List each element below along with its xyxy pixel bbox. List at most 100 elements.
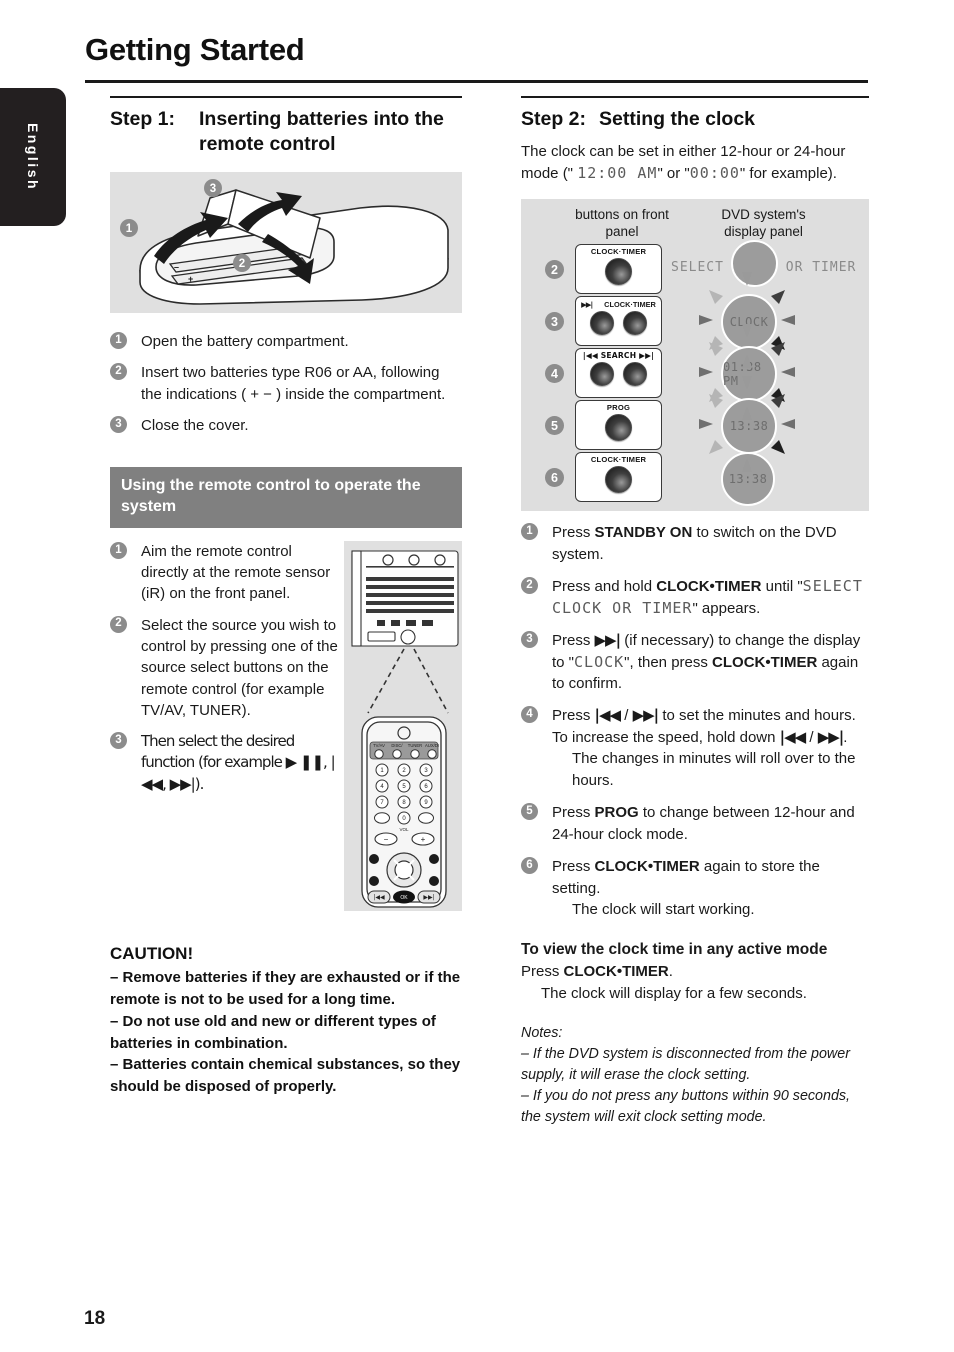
step-text: Press |◀◀ / ▶▶| to set the minutes and h… [552,706,856,789]
button-label: CLOCK·TIMER [590,247,647,257]
clock-setting-steps: 1 Press STANDBY ON to switch on the DVD … [521,522,869,920]
list-item-text: Open the battery compartment. [141,332,349,350]
search-forward-knob[interactable] [623,362,647,387]
list-number-badge: 2 [110,363,127,381]
step2-heading: Step 2: Setting the clock [521,107,869,133]
list-item-text: Aim the remote control directly at the r… [141,542,331,603]
step-text: Press CLOCK•TIMER again to store the set… [552,858,820,918]
display-text-final: 13:38 [728,472,768,487]
left-column: Step 1: Inserting batteries into the rem… [110,96,462,1098]
list-number-badge: 1 [110,541,127,559]
remote-usage-text: 1 Aim the remote control directly at the… [110,541,338,916]
clock-timer-knob[interactable] [605,466,632,494]
skip-forward-label: ▶▶| [581,300,593,310]
diagram-step-number-4: 4 [545,364,564,384]
svg-text:2: 2 [239,258,245,270]
svg-text:−: − [384,835,389,844]
diagram-step-number-6: 6 [545,468,564,488]
list-number-badge: 3 [110,732,127,750]
diagram-caption-left: buttons on front panel [575,207,669,240]
list-item: 2 Select the source you wish to control … [110,615,338,721]
diagram-step-number-2: 2 [545,260,564,280]
button-row [605,258,632,286]
prog-knob[interactable] [605,414,632,442]
svg-text:OK: OK [400,895,408,901]
prog-label: PROG [606,403,631,413]
front-panel-button-group-4[interactable]: |◀◀ SEARCH ▶▶| [575,348,662,399]
notes-block: Notes: – If the DVD system is disconnect… [521,1023,869,1127]
list-item: 3 Close the cover. [110,415,462,436]
skip-forward-knob[interactable] [590,311,614,336]
step2-label: Step 2: [521,107,587,130]
intro-part-3: " for example). [739,164,837,182]
clock-timer-knob[interactable] [605,258,632,286]
svg-text:–: – [174,262,179,272]
step1-title: Inserting batteries into the remote cont… [199,107,444,156]
list-item: 3 Press ▶▶| (if necessary) to change the… [521,630,869,694]
list-item: 4 Press |◀◀ / ▶▶| to set the minutes and… [521,705,869,791]
list-item: 2 Insert two batteries type R06 or AA, f… [110,362,462,405]
intro-part-2: " or " [657,164,690,182]
list-number-badge: 3 [521,631,538,649]
list-number-badge: 1 [521,523,538,541]
clock-timer-knob[interactable] [623,311,647,336]
svg-text:AUX/DI: AUX/DI [425,743,439,748]
front-panel-button-group-2[interactable]: CLOCK·TIMER [575,244,662,295]
list-item-text: Insert two batteries type R06 or AA, fol… [141,364,446,403]
svg-text:▶▶|: ▶▶| [423,894,434,901]
step-text: Press and hold CLOCK•TIMER until "SELECT… [552,577,863,617]
remote-battery-drawing: –+ +– 1 2 3 [120,178,449,305]
caution-line: – Do not use old and new or different ty… [110,1012,436,1052]
battery-compartment-illustration: –+ +– 1 2 3 [110,171,462,313]
step1-heading: Step 1: Inserting batteries into the rem… [110,107,462,158]
button-row [605,414,632,442]
page-number: 18 [84,1308,106,1329]
button-row [605,466,632,494]
lcd-sample-12h: 12:00 AM [577,163,658,182]
search-backward-knob[interactable] [590,362,614,387]
svg-text:TUNER: TUNER [408,743,422,748]
list-number-badge: 2 [521,577,538,595]
display-bulb-time-24h: 13:38 [721,398,777,455]
svg-text:3: 3 [210,183,216,195]
front-panel-button-group-6[interactable]: CLOCK·TIMER [575,452,662,503]
display-bulb-final: 13:38 [721,452,775,507]
flash-rays [699,272,795,473]
list-number-badge: 5 [521,803,538,821]
list-number-badge: 1 [110,331,127,349]
battery-steps-list: 1 Open the battery compartment. 2 Insert… [110,331,462,436]
svg-text:+: + [421,835,426,844]
button-row [590,311,647,336]
note-item: – If you do not press any buttons within… [521,1087,851,1125]
search-label: |◀◀ SEARCH ▶▶| [582,351,655,361]
diagram-step-number-5: 5 [545,416,564,436]
display-highlight-bulb-2 [731,240,778,288]
step2-title: Setting the clock [599,107,756,130]
language-tab-label: English [25,122,41,192]
list-number-badge: 2 [110,615,127,633]
list-number-badge: 4 [521,706,538,724]
list-item: 2 Press and hold CLOCK•TIMER until "SELE… [521,576,869,619]
front-panel-button-group-3[interactable]: ▶▶| CLOCK·TIMER [575,296,662,347]
front-panel-remote-drawing: TV/AV DISC/ TUNER AUX/DI 1 2 3 4 5 6 7 8… [344,540,462,911]
svg-text:VOL: VOL [399,827,409,832]
caution-line: – Remove batteries if they are exhausted… [110,969,461,1009]
display-bulb-clock: CLOCK [721,294,777,351]
clock-timer-label: CLOCK·TIMER [604,300,656,310]
note-item: – If the DVD system is disconnected from… [521,1046,850,1083]
display-text-time-12h: 01:38 PM [723,360,762,389]
caution-heading: CAUTION! [110,943,194,963]
svg-text:DISC/: DISC/ [391,743,403,748]
display-text-clock: CLOCK [729,315,769,330]
svg-text:|◀◀: |◀◀ [373,894,385,901]
svg-text:TV/AV: TV/AV [373,743,385,748]
caution-block: CAUTION! – Remove batteries if they are … [110,942,462,1098]
svg-text:1: 1 [126,223,133,235]
list-item: 1 Open the battery compartment. [110,331,462,352]
list-number-badge: 3 [110,415,127,433]
front-panel-button-group-5[interactable]: PROG [575,400,662,451]
svg-text:+: + [188,274,193,284]
page-title: Getting Started [85,32,305,67]
step-text: Press STANDBY ON to switch on the DVD sy… [552,524,837,563]
language-tab: English [0,88,66,226]
